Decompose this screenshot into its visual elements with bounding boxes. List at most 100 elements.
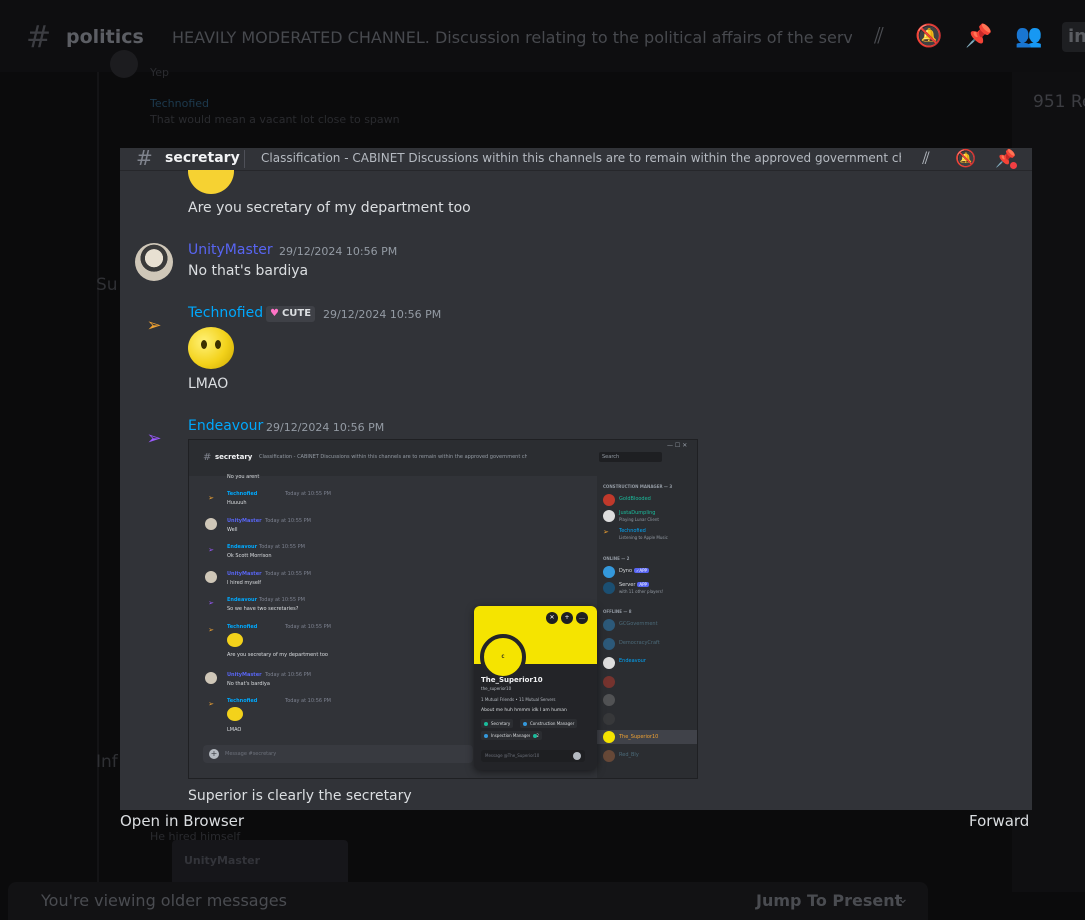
threads-icon[interactable]: ⫽ [864,22,894,52]
message-timestamp: Today at 10:55 PM [265,571,311,577]
profile-actions: ✕ + … [546,612,588,624]
role-chip: Construction Manager [520,719,578,728]
channel-name: politics [66,26,144,48]
technofied-avatar-icon: ➢ [146,314,162,336]
member-name: The_Superior10 [619,734,659,740]
profile-message-input: Message @The_Superior10 [481,750,585,762]
emoji-image [227,707,243,721]
app-tag: ✓APP [634,568,649,573]
divider [244,150,245,168]
message-text: So we have two secretaries? [227,606,299,612]
message-timestamp: 29/12/2024 10:56 PM [266,421,385,434]
role-badge: ♥ CUTE [266,306,316,322]
avatar [603,731,615,743]
add-friend-icon: + [561,612,573,624]
message-author: UnityMaster [188,242,273,258]
avatar: ➢ [208,599,214,607]
channel-topic[interactable]: HEAVILY MODERATED CHANNEL. Discussion re… [172,28,852,47]
channel-name: secretary [165,150,240,166]
role-more: +2 [530,731,542,740]
avatar: ➢ [208,494,214,502]
endeavour-avatar-icon: ➢ [146,427,162,449]
avatar [110,50,138,78]
message-timestamp: 29/12/2024 10:56 PM [323,308,442,321]
window-controls: — ☐ ✕ [667,442,688,449]
avatar [603,657,615,669]
message-text: No that's bardiya [188,263,309,279]
member-name: Server APP [619,582,649,588]
avatar [603,510,615,522]
message-author: Endeavour [188,418,264,434]
chevron-down-icon[interactable]: ⌄ [897,891,909,907]
avatar [603,713,615,725]
search-input: Search [599,452,662,462]
member-name: JustaDumpling [619,510,656,516]
search-pill[interactable]: in [1062,22,1085,52]
message-timestamp: Today at 10:55 PM [259,597,305,603]
emoji-image [188,327,234,369]
profile-mutuals: 1 Mutual Friends • 11 Mutual Servers [481,697,556,702]
avatar [205,518,217,530]
mute-bell-icon[interactable]: 🔕 [914,22,944,52]
message-author: UnityMaster [227,571,262,577]
avatar: ➢ [208,626,214,634]
member-name: Red_Bly [619,752,639,758]
channel-hash-icon: # [203,452,212,463]
replies-count: 951 Re [1033,92,1085,112]
message-text: LMAO [227,727,242,733]
message-text: I hired myself [227,580,262,586]
message-text: Are you secretary of my department too [188,200,471,216]
avatar [603,750,615,762]
open-in-browser-link[interactable]: Open in Browser [120,812,244,830]
app-tag: APP [637,582,649,587]
emoji-image [188,170,234,194]
member-status: Listening to Apple Music [619,535,668,540]
badge-label: CUTE [281,308,312,319]
message-text: Yep [150,66,170,79]
attached-screenshot[interactable]: — ☐ ✕ # secretary Classification - CABIN… [188,439,698,779]
message-text: Well [227,527,238,533]
mute-bell-icon: 🔕 [955,149,977,169]
message-text: Superior is clearly the secretary [188,788,412,804]
forward-button[interactable]: Forward [969,812,1029,830]
member-group-header: CONSTRUCTION MANAGER — 3 [603,484,673,489]
message-text: LMAO [188,376,229,392]
member-name-text: Server [619,582,636,588]
message-author: UnityMaster [227,672,262,678]
profile-about: About me huh hmmm idk I am human [481,708,567,713]
message-placeholder: Message #secretary [225,751,277,757]
message-author: Technofied [188,305,264,321]
avatar [205,571,217,583]
avatar [603,638,615,650]
members-icon[interactable]: 👥 [1014,22,1044,52]
channel-topic: Classification - CABINET Discussions wit… [259,454,527,460]
emoji-image [227,633,243,647]
more-icon: … [576,612,588,624]
message-text: Ok Scott Morrison [227,553,272,559]
role-chip: Secretary [481,719,514,728]
message-text: No you arent [227,474,260,480]
message-author: Technofied [227,698,258,704]
avatar [205,672,217,684]
header-toolbar: ⫽ 🔕 📌 [915,148,1017,170]
message-author: Endeavour [227,597,258,603]
member-list: CONSTRUCTION MANAGER — 3 GoldBlooded Jus… [597,476,697,778]
member-status: with 11 other players! [619,589,664,594]
message-author: Technofied [150,97,210,110]
member-name: Dyno ✓APP [619,568,649,574]
embed-name: UnityMaster [184,854,261,867]
heart-icon: ♥ [270,308,279,319]
close-icon: ✕ [546,612,558,624]
message-author: Technofied [227,624,258,630]
side-text: Su [96,275,118,295]
message-text: Huuuuh [227,500,247,506]
avatar [135,243,173,281]
message-timestamp: Today at 10:55 PM [265,518,311,524]
channel-topic: Classification - CABINET Discussions wit… [261,151,901,165]
jump-to-present-button[interactable]: Jump To Present [756,891,902,910]
channel-hash-icon: # [136,148,153,170]
message-author: Endeavour [227,544,258,550]
image-viewer[interactable]: # secretary Classification - CABINET Dis… [120,148,1032,810]
emoji-icon [573,752,581,760]
pinned-icon[interactable]: 📌 [964,22,994,52]
